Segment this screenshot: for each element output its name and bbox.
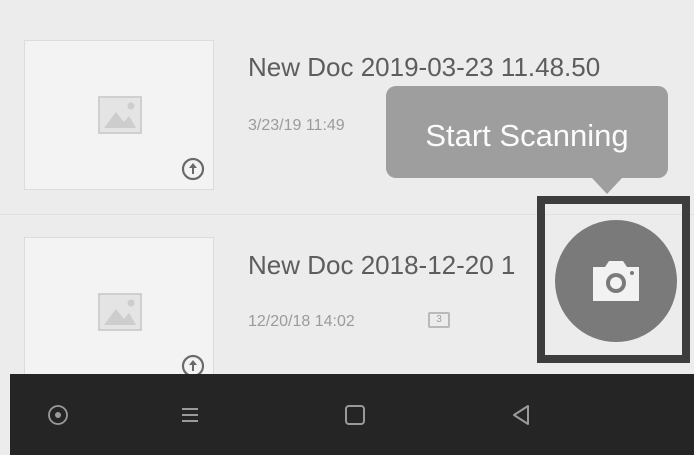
tooltip-arrow xyxy=(592,178,622,194)
document-thumbnail[interactable] xyxy=(24,237,214,387)
document-title: New Doc 2019-03-23 11.48.50 xyxy=(248,52,601,82)
tutorial-highlight-frame xyxy=(537,196,690,363)
home-button[interactable] xyxy=(343,403,367,427)
back-icon xyxy=(513,405,529,425)
start-scanning-tooltip: Start Scanning xyxy=(386,86,668,178)
page-count-badge: 3 xyxy=(428,312,450,328)
recents-button[interactable] xyxy=(178,403,202,427)
image-placeholder-icon xyxy=(98,293,142,331)
home-icon xyxy=(345,405,365,425)
document-title: New Doc 2018-12-20 1 xyxy=(248,250,516,280)
document-date: 12/20/18 14:02 xyxy=(248,313,355,330)
document-date: 3/23/19 11:49 xyxy=(248,117,345,134)
recents-icon xyxy=(182,408,198,422)
document-thumbnail[interactable] xyxy=(24,40,214,190)
assistant-icon xyxy=(48,405,68,425)
back-button[interactable] xyxy=(509,403,533,427)
image-placeholder-icon xyxy=(98,96,142,134)
assistant-button[interactable] xyxy=(46,403,70,427)
sync-icon xyxy=(181,157,205,181)
system-navigation-bar xyxy=(10,374,694,455)
